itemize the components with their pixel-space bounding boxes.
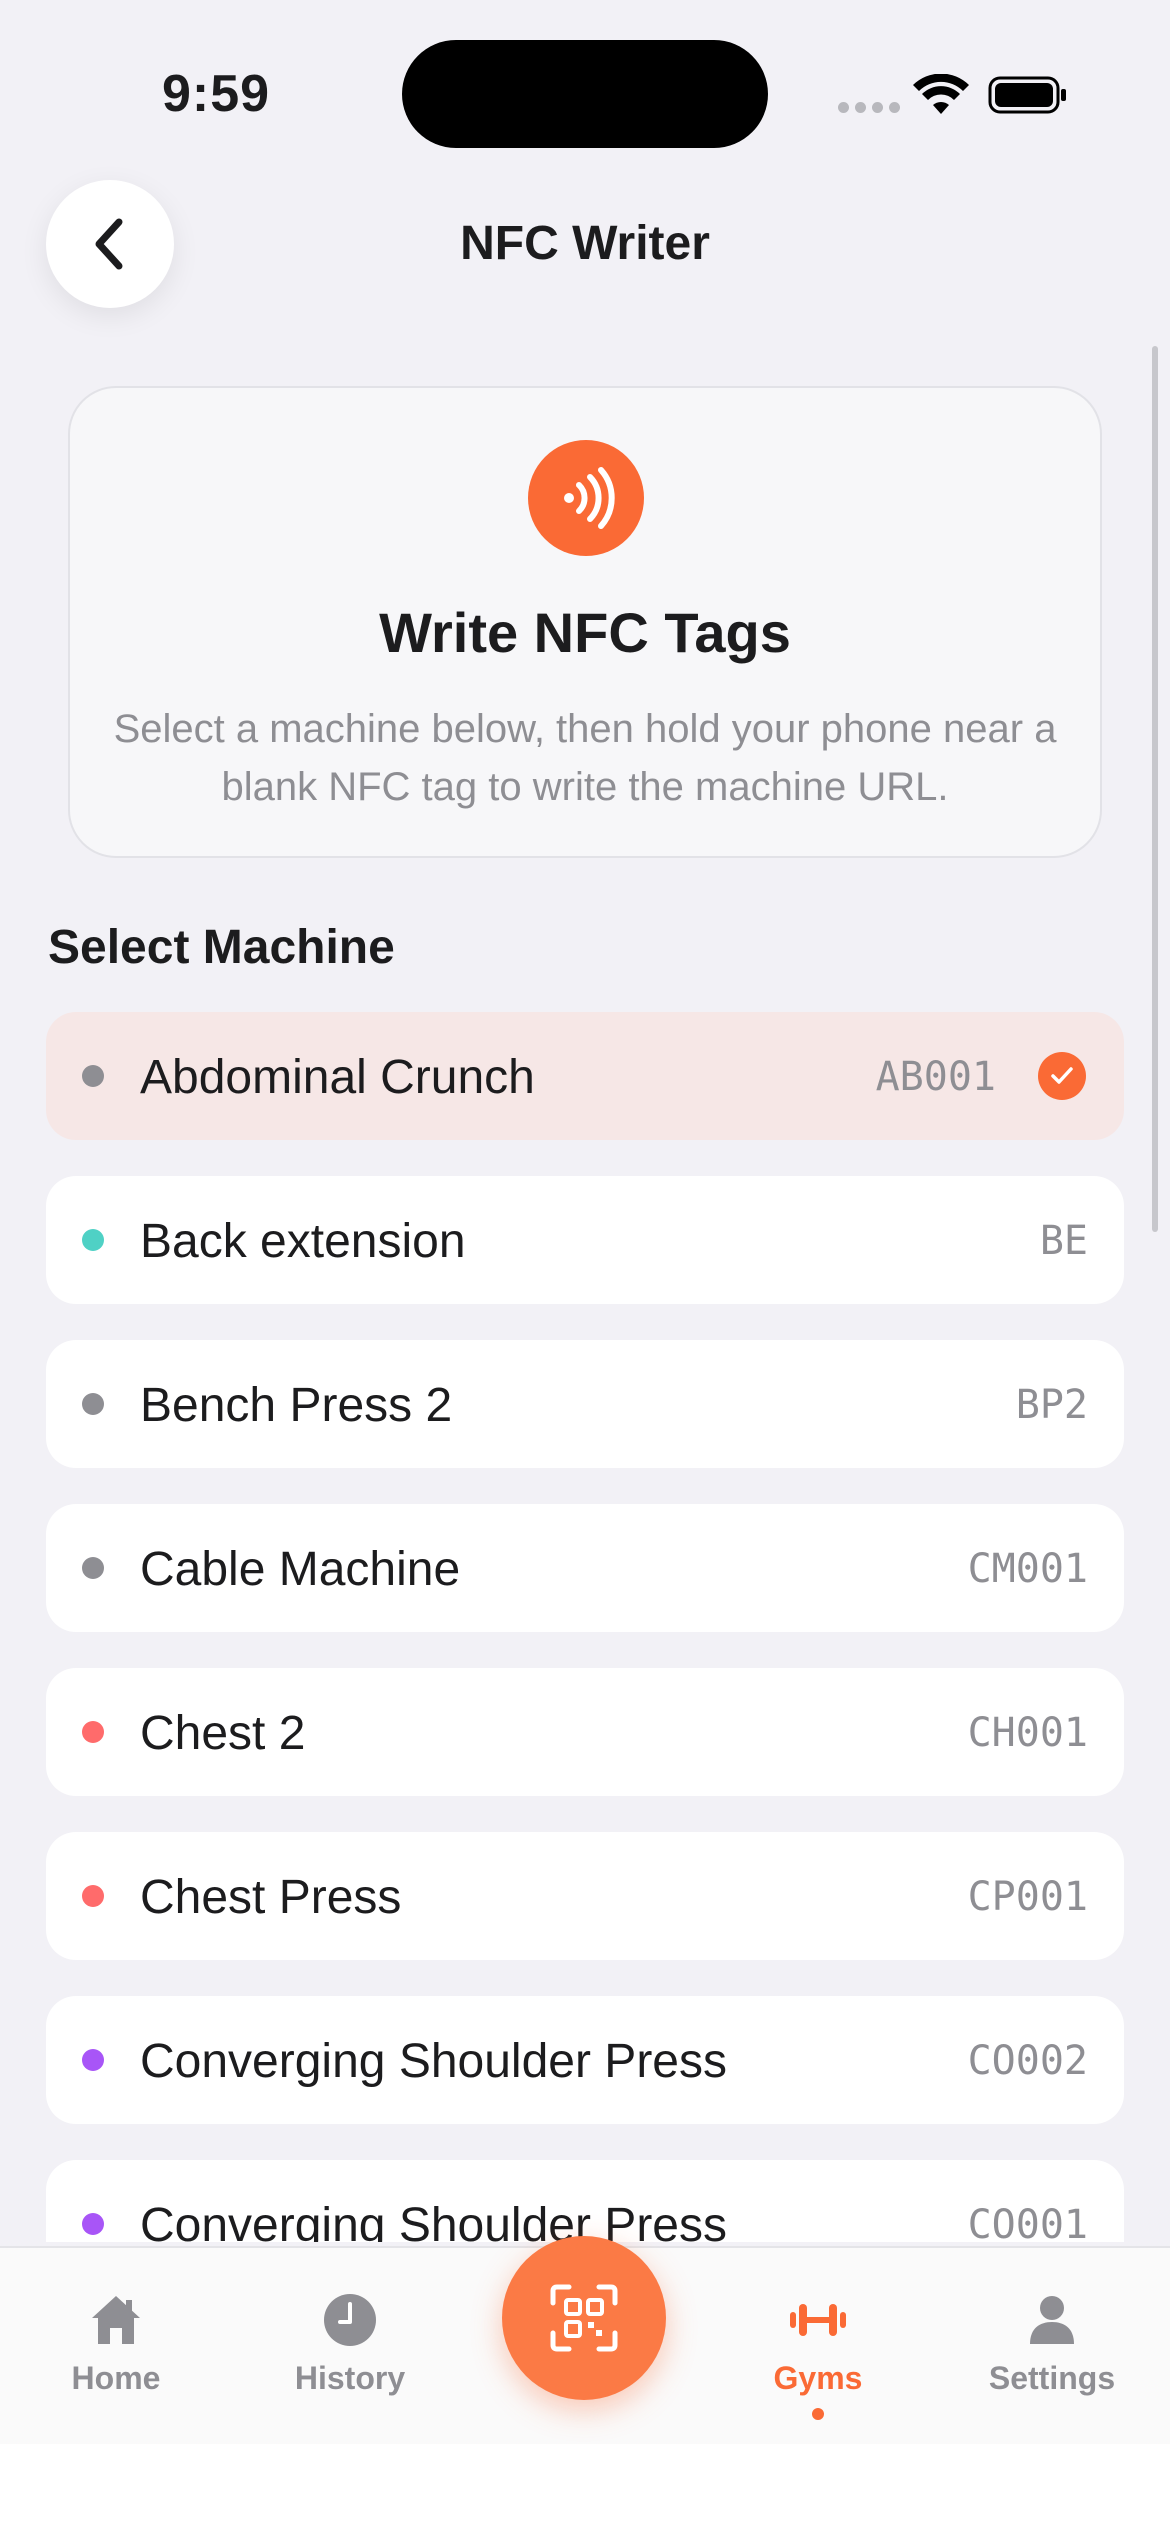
status-dot [82, 1885, 104, 1907]
status-dot [82, 1065, 104, 1087]
card-title: Write NFC Tags [379, 601, 791, 664]
scroll-indicator[interactable] [1152, 346, 1158, 1232]
machine-list[interactable]: Abdominal Crunch AB001 Back extension BE… [46, 1012, 1124, 2242]
status-dot [82, 1721, 104, 1743]
machine-name: Converging Shoulder Press [140, 2035, 727, 2088]
status-time: 9:59 [162, 65, 271, 123]
machine-code: CO001 [967, 2202, 1088, 2242]
machine-name: Back extension [140, 1215, 466, 1268]
machine-row[interactable]: Abdominal Crunch AB001 [46, 1012, 1124, 1140]
machine-name: Converging Shoulder Press [140, 2199, 727, 2242]
nfc-info-card: Write NFC Tags Select a machine below, t… [68, 386, 1102, 858]
section-title: Select Machine [48, 921, 395, 974]
tab-label: Settings [988, 2360, 1116, 2396]
status-bar: 9:59 [0, 0, 1170, 190]
tab-label: Home [71, 2360, 161, 2396]
battery-icon [988, 76, 1066, 114]
machine-code: CP001 [967, 1874, 1088, 1920]
home-icon [92, 2296, 140, 2344]
active-indicator [812, 2408, 824, 2420]
page-title: NFC Writer [460, 217, 710, 270]
machine-code: CO002 [967, 2038, 1088, 2084]
status-dot [82, 2213, 104, 2235]
machine-code: CM001 [967, 1546, 1088, 1592]
machine-row[interactable]: Cable Machine CM001 [46, 1504, 1124, 1632]
machine-name: Abdominal Crunch [140, 1051, 535, 1104]
clock-icon [324, 2294, 376, 2346]
wifi-icon [913, 74, 969, 114]
tab-home[interactable]: Home [28, 2248, 204, 2446]
machine-code: BP2 [1015, 1382, 1088, 1428]
machine-code: AB001 [875, 1054, 996, 1100]
card-description: Select a machine below, then hold your p… [113, 707, 1057, 809]
machine-row[interactable]: Back extension BE [46, 1176, 1124, 1304]
tab-label: Gyms [773, 2360, 863, 2396]
person-icon [1030, 2296, 1074, 2344]
machine-code: BE [1039, 1218, 1088, 1264]
machine-row[interactable]: Chest 2 CH001 [46, 1668, 1124, 1796]
tab-settings[interactable]: Settings [964, 2248, 1140, 2446]
machine-name: Chest 2 [140, 1707, 306, 1760]
status-dot [82, 2049, 104, 2071]
tab-label: History [294, 2360, 406, 2396]
machine-name: Bench Press 2 [140, 1379, 453, 1432]
status-dot [82, 1557, 104, 1579]
machine-code: CH001 [967, 1710, 1088, 1756]
qr-scan-button[interactable] [502, 2236, 666, 2400]
qr-scan-icon [550, 2284, 618, 2352]
machine-row[interactable]: Converging Shoulder Press CO002 [46, 1996, 1124, 2124]
cellular-signal-icon [838, 102, 900, 113]
machine-row[interactable]: Converging Shoulder Press CO001 [46, 2160, 1124, 2242]
machine-name: Cable Machine [140, 1543, 461, 1596]
status-dot [82, 1393, 104, 1415]
machine-row[interactable]: Chest Press CP001 [46, 1832, 1124, 1960]
tab-history[interactable]: History [262, 2248, 438, 2446]
nfc-waves-icon [528, 440, 644, 556]
machine-row[interactable]: Bench Press 2 BP2 [46, 1340, 1124, 1468]
checkmark-icon [1038, 1052, 1086, 1100]
dynamic-island [402, 40, 768, 148]
tab-gyms[interactable]: Gyms [730, 2248, 906, 2446]
dumbbell-icon [790, 2304, 846, 2336]
machine-name: Chest Press [140, 1871, 402, 1924]
status-dot [82, 1229, 104, 1251]
home-indicator-area [0, 2444, 1170, 2544]
